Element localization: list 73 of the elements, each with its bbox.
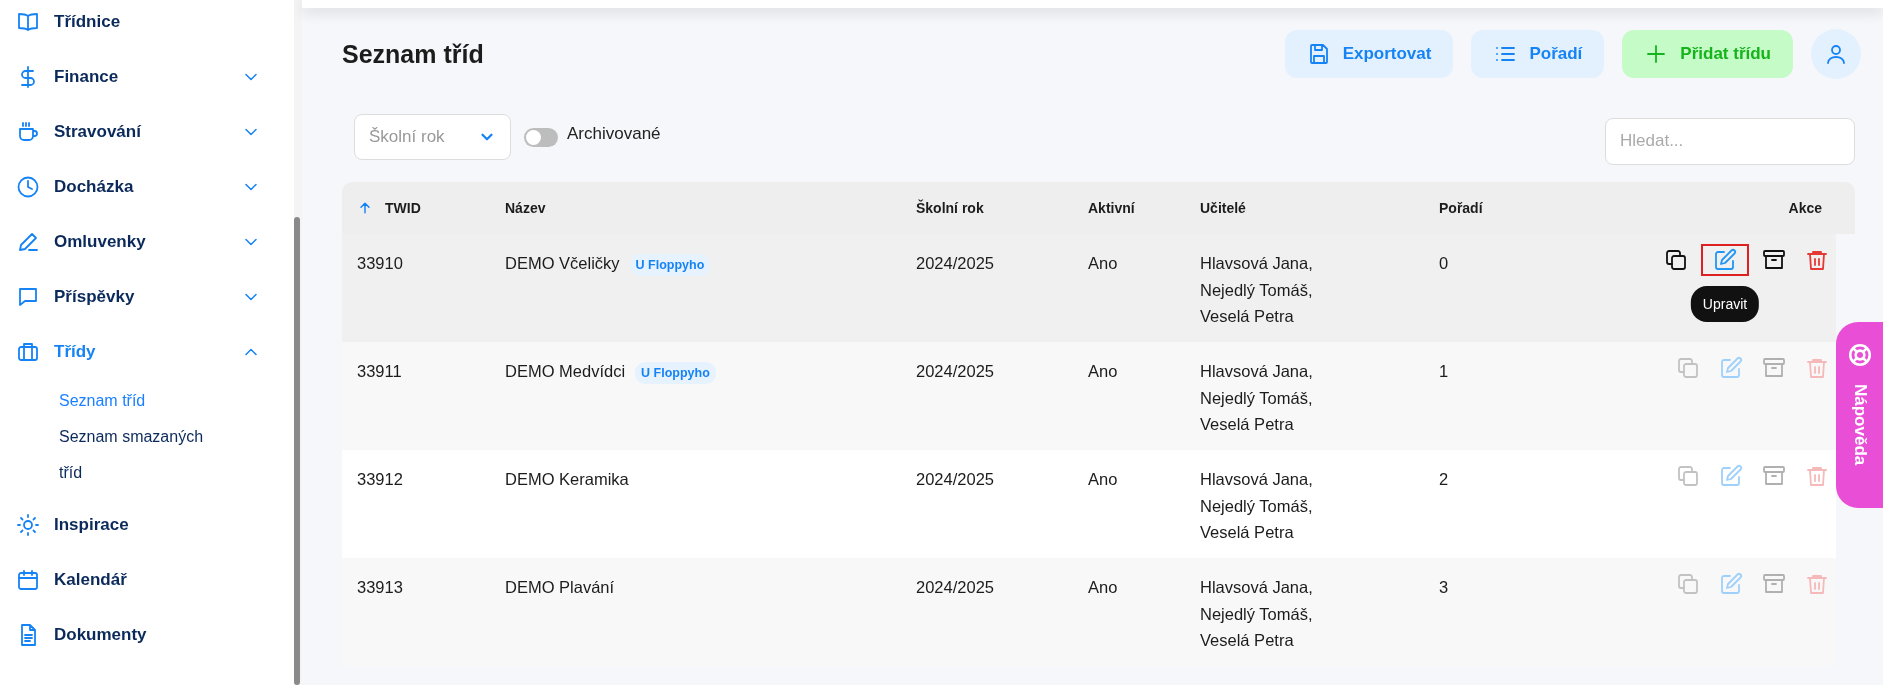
archive-box-icon xyxy=(1762,248,1786,272)
page-title: Seznam tříd xyxy=(342,39,484,69)
table-cell-text: 0 xyxy=(1439,253,1450,274)
table-cell-text: 2 xyxy=(1439,469,1450,490)
table-row[interactable]: 33912 DEMO Keramika 2024/2025 Ano Hlavsová Jana, Nejedlý Tomáš, Veselá Petra 2 xyxy=(342,450,1836,558)
clock-icon xyxy=(16,174,40,199)
user-avatar-button[interactable] xyxy=(1811,29,1861,79)
class-tag: U Floppyho xyxy=(635,362,716,384)
archive-box-icon xyxy=(1762,572,1786,596)
table-cell-text: Ano xyxy=(1088,253,1119,274)
table-cell-text: 2024/2025 xyxy=(916,361,995,382)
lifebuoy-icon xyxy=(1846,342,1873,368)
copy-icon xyxy=(1676,356,1700,380)
column-header: Učitelé xyxy=(1200,200,1247,216)
sidebar-item[interactable]: Finance xyxy=(0,49,294,104)
table-cell-text: 1 xyxy=(1439,361,1450,382)
cup-icon xyxy=(16,119,40,144)
table-cell-text: Hlavsová Jana, Nejedlý Tomáš, Veselá Petra xyxy=(1200,577,1314,651)
search-field[interactable]: Hledat... xyxy=(1605,117,1855,165)
archive-box-icon xyxy=(1762,464,1786,488)
table-cell-text: Hlavsová Jana, Nejedlý Tomáš, Veselá Petra xyxy=(1200,469,1314,543)
sidebar-subitem[interactable]: Seznam tříd xyxy=(59,383,209,419)
sidebar-item[interactable]: Inspirace xyxy=(0,497,294,552)
column-header: Akce xyxy=(1787,200,1823,216)
arrow-up-icon xyxy=(357,200,373,216)
toggle-label: Archivované xyxy=(567,124,661,144)
trash-icon xyxy=(1805,356,1829,380)
column-header: Název xyxy=(505,200,547,216)
copy-icon xyxy=(1676,572,1700,596)
trash-icon xyxy=(1805,464,1829,488)
table-cell-text: 33911 xyxy=(356,361,403,382)
archived-toggle[interactable] xyxy=(524,127,558,147)
sidebar-item[interactable]: Třídnice xyxy=(0,0,294,49)
table-cell-text: Ano xyxy=(1088,577,1119,598)
table-cell-text: 3 xyxy=(1439,577,1450,598)
user-icon xyxy=(1824,42,1848,66)
column-header: Aktivní xyxy=(1088,200,1136,216)
sidebar-item[interactable]: Dokumenty xyxy=(0,607,294,662)
trash-icon xyxy=(1805,248,1829,272)
table-cell-text: 33912 xyxy=(356,469,404,490)
sidebar-item[interactable]: Třídy xyxy=(0,324,294,379)
table-cell-text: DEMO Medvídci xyxy=(505,361,626,382)
table-cell-text: Ano xyxy=(1088,469,1119,490)
table-cell-text: DEMO Plavání xyxy=(505,577,615,598)
table-cell-text: 2024/2025 xyxy=(916,253,995,274)
sidebar-item[interactable]: Stravování xyxy=(0,104,294,159)
table-cell-text: Ano xyxy=(1088,361,1119,382)
calendar-icon xyxy=(16,567,40,592)
table-cell-text: DEMO Keramika xyxy=(505,469,629,490)
table-row[interactable]: 33910 DEMO Včeličky U Floppyho 2024/2025 Ano Hlavsová Jana, Nejedlý Tomáš, Veselá Petra 0 Upravit xyxy=(342,234,1836,342)
copy-icon xyxy=(1676,464,1700,488)
sidebar-subitem[interactable]: Seznam smazaných tříd xyxy=(59,419,209,491)
scrollbar-thumb[interactable] xyxy=(294,217,300,685)
sidebar-item[interactable]: Docházka xyxy=(0,159,294,214)
column-header[interactable]: TWID xyxy=(342,200,505,216)
table-cell-text: 2024/2025 xyxy=(916,577,995,598)
copy-icon xyxy=(1664,248,1688,272)
archive-box-icon xyxy=(1762,356,1786,380)
trash-icon xyxy=(1805,572,1829,596)
sidebar-item[interactable]: Kalendář xyxy=(0,552,294,607)
sun-icon xyxy=(16,512,40,537)
table-cell-text: 33910 xyxy=(356,253,404,274)
table-cell-text: 2024/2025 xyxy=(916,469,995,490)
table-cell-text: 33913 xyxy=(356,577,404,598)
table-cell-text: Hlavsová Jana, Nejedlý Tomáš, Veselá Petra xyxy=(1200,253,1314,327)
class-tag: U Floppyho xyxy=(629,254,711,276)
column-header: Školní rok xyxy=(916,200,985,216)
table-cell-text: Hlavsová Jana, Nejedlý Tomáš, Veselá Petra xyxy=(1200,361,1314,435)
column-header: Pořadí xyxy=(1439,200,1484,216)
tooltip: Upravit xyxy=(1690,286,1760,322)
sidebar-item[interactable]: Omluvenky xyxy=(0,214,294,269)
sidebar-item[interactable]: Příspěvky xyxy=(0,269,294,324)
table-cell-text: DEMO Včeličky xyxy=(505,253,620,274)
